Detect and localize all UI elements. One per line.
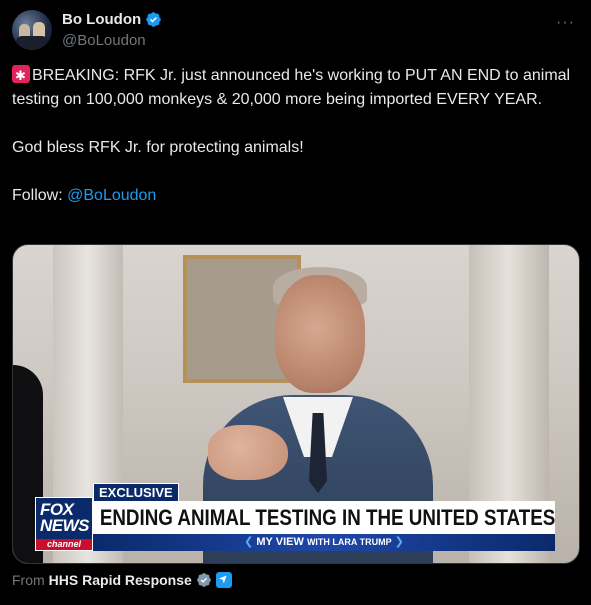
video-thumbnail[interactable]: FOX NEWS channel EXCLUSIVE ENDING ANIMAL…: [12, 244, 580, 564]
tweet-paragraph-3: Follow: @BoLoudon: [12, 184, 572, 208]
show-name: MY VIEW: [256, 536, 304, 548]
fox-news-logo: FOX NEWS channel: [35, 497, 93, 551]
tweet-paragraph-2: God bless RFK Jr. for protecting animals…: [12, 139, 304, 156]
follow-prefix: Follow:: [12, 187, 68, 204]
tweet-text: BREAKING: RFK Jr. just announced he's wo…: [12, 64, 572, 208]
name-row: Bo Loudon: [62, 11, 162, 28]
logo-news: NEWS: [40, 516, 90, 535]
speaker-hand: [208, 425, 288, 480]
exclusive-tag: EXCLUSIVE: [93, 483, 179, 502]
source-name-link[interactable]: HHS Rapid Response: [49, 572, 192, 588]
tweet-header: Bo Loudon @BoLoudon ···: [12, 10, 579, 54]
avatar[interactable]: [12, 10, 52, 50]
siren-emoji-icon: [12, 64, 30, 88]
chyron-headline: ENDING ANIMAL TESTING IN THE UNITED STAT…: [93, 501, 555, 534]
government-affiliation-icon[interactable]: [215, 572, 232, 588]
mention-link[interactable]: @BoLoudon: [67, 187, 156, 204]
logo-channel: channel: [36, 539, 92, 550]
show-ticker: ❮ MY VIEW WITH LARA TRUMP ❯: [93, 534, 555, 551]
verified-badge-icon[interactable]: [145, 11, 162, 28]
news-lower-third: FOX NEWS channel EXCLUSIVE ENDING ANIMAL…: [35, 483, 555, 555]
tweet-line-1: BREAKING: RFK Jr. just announced he's wo…: [12, 67, 571, 108]
tweet-paragraph-1: BREAKING: RFK Jr. just announced he's wo…: [12, 64, 572, 112]
source-attribution: From HHS Rapid Response: [12, 572, 232, 588]
gray-verified-badge-icon[interactable]: [196, 572, 212, 588]
display-name[interactable]: Bo Loudon: [62, 11, 141, 28]
speaker-face: [275, 275, 365, 393]
from-label: From: [12, 572, 45, 588]
avatar-suits: [16, 36, 48, 50]
show-host: WITH LARA TRUMP: [306, 537, 392, 547]
chevron-left-icon: ❮: [244, 536, 257, 548]
chevron-right-icon: ❯: [394, 536, 404, 548]
more-options-icon[interactable]: ···: [556, 14, 575, 32]
user-handle[interactable]: @BoLoudon: [62, 32, 146, 49]
